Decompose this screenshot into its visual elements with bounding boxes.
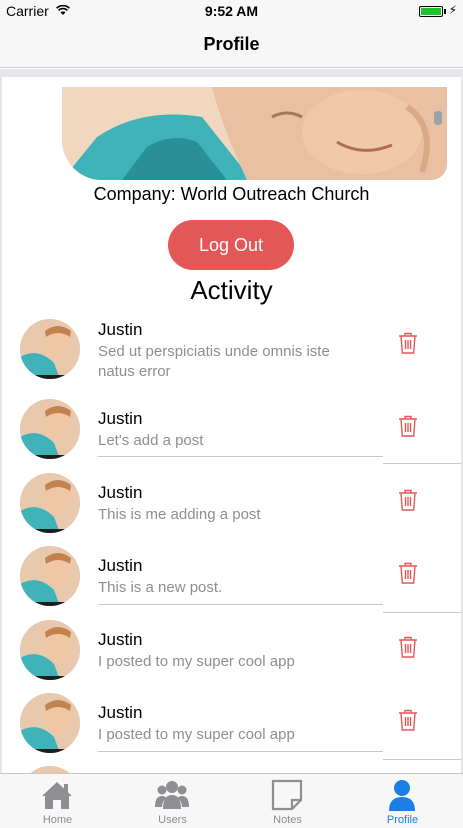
post-text: I posted to my super cool app: [98, 726, 295, 743]
avatar: [20, 399, 80, 459]
list-item[interactable]: Justin Let's add a post: [2, 398, 461, 473]
row-separator: [383, 463, 461, 464]
post-text: This is a new post.: [98, 579, 223, 596]
post-text: This is me adding a post: [98, 506, 261, 523]
header-divider: [0, 69, 463, 77]
status-bar: Carrier 9:52 AM ⚡: [0, 0, 463, 22]
navigation-bar: Profile: [0, 22, 463, 68]
profile-icon: [389, 780, 415, 811]
tab-home[interactable]: Home: [0, 774, 115, 828]
profile-content[interactable]: Company: World Outreach Church Log Out A…: [0, 77, 463, 773]
avatar: [20, 766, 80, 773]
row-separator: [98, 751, 383, 752]
post-author: Justin: [98, 320, 143, 339]
list-item[interactable]: Justin I posted to my super cool app: [2, 620, 461, 693]
list-item[interactable]: Justin Sed ut perspiciatis unde omnis is…: [2, 314, 461, 398]
status-time: 9:52 AM: [204, 3, 259, 19]
tab-users[interactable]: Users: [115, 774, 230, 828]
trash-icon[interactable]: [398, 709, 418, 731]
tab-bar: Home Users Notes Profile: [0, 773, 463, 828]
activity-heading: Activity: [190, 275, 273, 305]
list-item[interactable]: [2, 766, 461, 773]
row-separator: [383, 612, 461, 613]
post-author: Justin: [98, 483, 143, 502]
notes-icon: [271, 779, 303, 811]
page-title: Profile: [203, 34, 260, 54]
tab-label: Users: [158, 814, 187, 826]
tab-label: Profile: [386, 814, 419, 826]
post-author: Justin: [98, 703, 143, 722]
row-separator: [383, 759, 461, 760]
battery-cap: [444, 9, 446, 14]
post-text: Sed ut perspiciatis unde omnis iste natu…: [98, 343, 330, 380]
avatar: [20, 546, 80, 606]
trash-icon[interactable]: [398, 332, 418, 354]
users-icon: [155, 781, 189, 809]
list-item[interactable]: Justin This is a new post.: [2, 546, 461, 620]
post-author: Justin: [98, 556, 143, 575]
trash-icon[interactable]: [398, 415, 418, 437]
tab-profile[interactable]: Profile: [345, 774, 460, 828]
battery-icon: [419, 6, 443, 17]
row-separator: [98, 604, 383, 605]
logout-button[interactable]: Log Out: [168, 220, 294, 270]
avatar: [20, 620, 80, 680]
profile-cover-photo: [62, 87, 447, 180]
list-item[interactable]: Justin I posted to my super cool app: [2, 693, 461, 766]
tab-label: Notes: [273, 814, 302, 826]
avatar: [20, 319, 80, 379]
tab-notes[interactable]: Notes: [230, 774, 345, 828]
trash-icon[interactable]: [398, 636, 418, 658]
row-separator: [98, 456, 383, 457]
trash-icon[interactable]: [398, 562, 418, 584]
charging-icon: ⚡: [448, 3, 457, 17]
tab-label: Home: [42, 814, 73, 826]
company-label: Company: World Outreach Church: [93, 184, 370, 204]
home-icon: [42, 782, 72, 809]
avatar: [20, 693, 80, 753]
activity-list: Justin Sed ut perspiciatis unde omnis is…: [2, 314, 461, 773]
avatar: [20, 473, 80, 533]
post-text: Let's add a post: [98, 432, 204, 449]
post-author: Justin: [98, 409, 143, 428]
post-author: Justin: [98, 630, 143, 649]
list-item[interactable]: Justin This is me adding a post: [2, 473, 461, 546]
post-text: I posted to my super cool app: [98, 653, 295, 670]
trash-icon[interactable]: [398, 489, 418, 511]
